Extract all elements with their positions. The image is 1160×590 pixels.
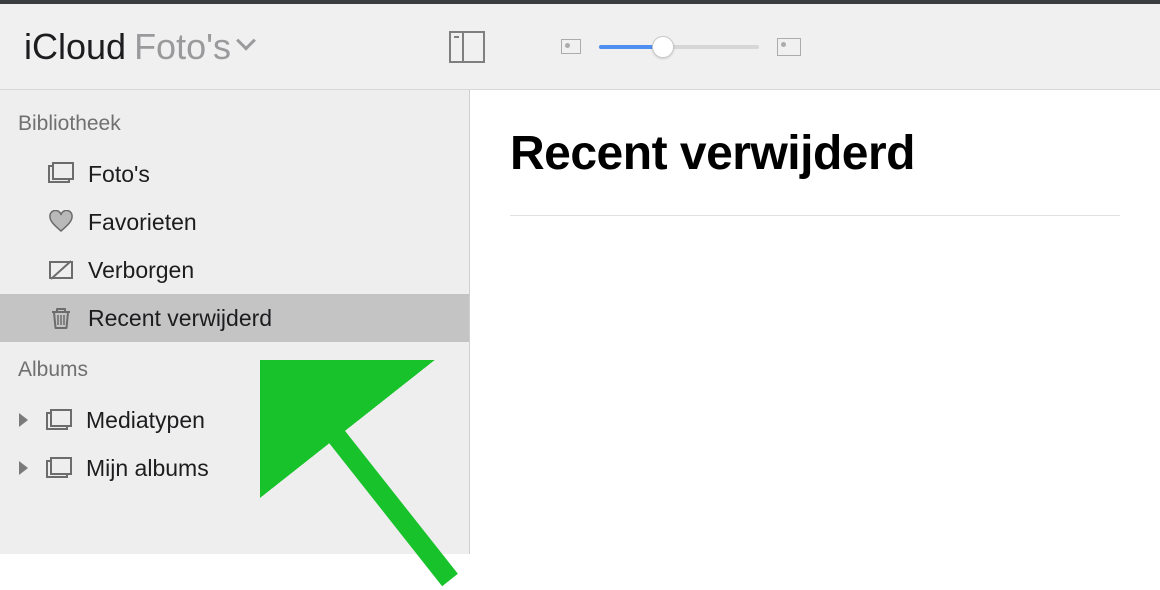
toolbar: iCloud Foto's <box>0 0 1160 90</box>
slider-track[interactable] <box>599 45 759 49</box>
content-area: Recent verwijderd <box>470 90 1160 554</box>
album-icon <box>46 408 72 432</box>
slider-thumb[interactable] <box>652 36 674 58</box>
sidebar-item-label: Mediatypen <box>86 407 205 434</box>
page-title: Recent verwijderd <box>510 126 1120 181</box>
sidebar-item-my-albums[interactable]: Mijn albums <box>0 444 469 492</box>
sidebar-section-header: Bibliotheek <box>0 112 469 150</box>
sidebar-toggle-button[interactable] <box>449 31 485 63</box>
sidebar-item-recently-deleted[interactable]: Recent verwijderd <box>0 294 469 342</box>
sidebar: Bibliotheek Foto's Favorieten Verborgen … <box>0 90 470 554</box>
hidden-icon <box>48 258 74 282</box>
thumbnail-size-slider[interactable] <box>561 38 801 56</box>
sidebar-item-label: Verborgen <box>88 257 194 284</box>
album-icon <box>46 456 72 480</box>
chevron-down-icon <box>239 38 257 56</box>
disclosure-triangle-icon[interactable] <box>14 459 32 477</box>
sidebar-item-favorites[interactable]: Favorieten <box>0 198 469 246</box>
sidebar-item-label: Foto's <box>88 161 150 188</box>
sidebar-item-mediatypes[interactable]: Mediatypen <box>0 396 469 444</box>
thumb-large-icon <box>777 38 801 56</box>
sidebar-item-label: Recent verwijderd <box>88 305 272 332</box>
heart-icon <box>48 210 74 234</box>
thumb-small-icon <box>561 39 581 54</box>
sidebar-section-header: Albums <box>0 342 469 396</box>
trash-icon <box>48 306 74 330</box>
sidebar-item-label: Mijn albums <box>86 455 209 482</box>
sidebar-item-label: Favorieten <box>88 209 197 236</box>
album-name: Foto's <box>134 26 231 68</box>
sidebar-item-hidden[interactable]: Verborgen <box>0 246 469 294</box>
divider <box>510 215 1120 216</box>
app-name: iCloud <box>24 26 126 68</box>
disclosure-triangle-icon[interactable] <box>14 411 32 429</box>
title-dropdown[interactable]: iCloud Foto's <box>24 26 257 68</box>
sidebar-item-photos[interactable]: Foto's <box>0 150 469 198</box>
photos-icon <box>48 162 74 186</box>
